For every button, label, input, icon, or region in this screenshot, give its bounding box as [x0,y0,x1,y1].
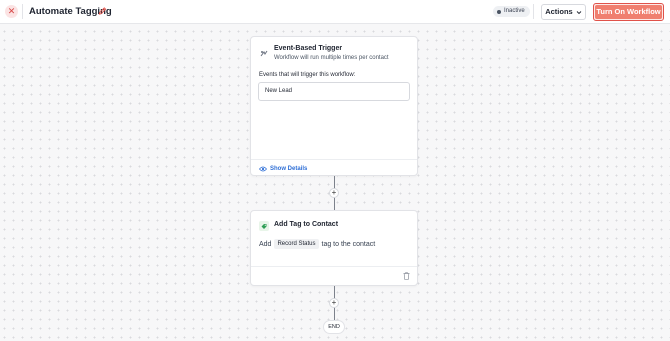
add-tag-description: Add Record Status tag to the contact [259,239,375,249]
add-tag-prefix: Add [259,240,272,248]
add-step-button[interactable]: + [329,188,339,198]
pencil-icon[interactable] [98,6,107,16]
header-divider [22,4,23,19]
top-bar: ✕ Automate Tagging Inactive Actions Turn… [0,0,670,24]
close-icon[interactable]: ✕ [5,5,18,18]
add-step-button[interactable]: + [329,298,339,308]
card-divider [251,159,417,160]
dot-icon [497,9,501,14]
turn-on-workflow-label: Turn On Workflow [595,5,662,19]
chevron-down-icon [576,10,582,14]
trigger-subtitle: Workflow will run multiple times per con… [274,55,389,61]
show-details-link[interactable]: Show Details [259,164,307,174]
end-node: END [323,320,345,334]
card-divider [251,266,417,267]
add-tag-suffix: tag to the contact [321,240,376,248]
add-tag-title: Add Tag to Contact [274,221,339,228]
trigger-title: Event-Based Trigger [274,45,343,52]
trigger-card[interactable]: Event-Based Trigger Workflow will run mu… [250,36,418,176]
actions-label: Actions [545,7,573,16]
turn-on-workflow-button[interactable]: Turn On Workflow [593,3,664,21]
actions-button[interactable]: Actions [541,4,586,20]
events-label: Events that will trigger this workflow: [259,72,356,78]
trigger-icon [260,50,268,57]
tag-icon [259,221,269,231]
trash-icon[interactable] [403,272,410,280]
header-divider-right [533,4,534,19]
status-badge: Inactive [493,6,530,17]
eye-icon [259,166,267,172]
add-tag-card[interactable]: Add Tag to Contact Add Record Status tag… [250,210,418,286]
event-trigger-item[interactable]: New Lead [258,82,410,101]
status-text: Inactive [504,8,525,14]
tag-pill: Record Status [274,239,319,249]
show-details-label: Show Details [270,166,308,172]
